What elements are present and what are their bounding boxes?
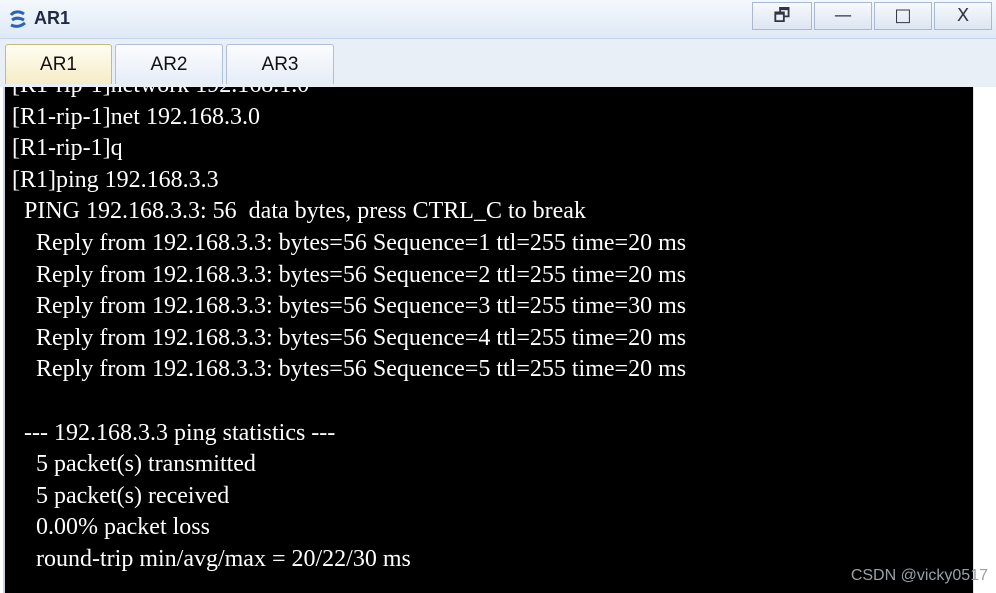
router-app-icon (9, 10, 26, 28)
restore-button[interactable]: 🗗 (752, 2, 812, 30)
terminal-line: 5 packet(s) transmitted (12, 451, 256, 478)
minimize-button[interactable]: — (814, 2, 872, 30)
title-bar[interactable]: AR1 🗗 — □ X (0, 0, 996, 39)
terminal-line: [R1-rip-1]network 192.168.1.0 (12, 87, 686, 102)
restore-icon: 🗗 (773, 5, 791, 26)
terminal-line: Reply from 192.168.3.3: bytes=56 Sequenc… (12, 293, 687, 320)
window-title: AR1 (34, 8, 71, 28)
terminal-line: Reply from 192.168.3.3: bytes=56 Sequenc… (12, 356, 687, 383)
terminal-line: PING 192.168.3.3: 56 data bytes, press C… (12, 198, 586, 225)
terminal-console[interactable]: [R1-rip-1]network 192.168.1.0[R1-rip-1]n… (3, 87, 973, 593)
terminal-line: [R1]ping 192.168.3.3 (12, 166, 219, 193)
tab-ar2[interactable]: AR2 (115, 44, 223, 84)
terminal-output: [R1-rip-1]network 192.168.1.0[R1-rip-1]n… (12, 87, 686, 576)
terminal-line: 5 packet(s) received (12, 482, 230, 509)
close-button[interactable]: X (934, 2, 992, 30)
terminal-scrollbar[interactable] (973, 87, 996, 593)
router-console-window: AR1 🗗 — □ X AR1 AR2 AR3 [R1-rip-1]networ… (0, 0, 996, 593)
maximize-icon: □ (894, 5, 912, 26)
terminal-line: Reply from 192.168.3.3: bytes=56 Sequenc… (12, 229, 687, 256)
device-tab-bar: AR1 AR2 AR3 (0, 39, 996, 87)
maximize-button[interactable]: □ (874, 2, 932, 30)
close-icon: X (956, 5, 970, 26)
terminal-line: round-trip min/avg/max = 20/22/30 ms (12, 545, 411, 572)
terminal-line: --- 192.168.3.3 ping statistics --- (12, 419, 336, 446)
watermark: CSDN @vicky0517 (850, 567, 988, 584)
terminal-line: 0.00% packet loss (12, 514, 210, 541)
terminal-line: Reply from 192.168.3.3: bytes=56 Sequenc… (12, 261, 687, 288)
terminal-line: [R1-rip-1]q (12, 135, 123, 162)
minimize-icon: — (834, 5, 852, 26)
tab-ar1[interactable]: AR1 (5, 44, 112, 84)
terminal-frame: [R1-rip-1]network 192.168.1.0[R1-rip-1]n… (0, 87, 996, 593)
window-controls: 🗗 — □ X (750, 2, 992, 32)
terminal-line: [R1-rip-1]net 192.168.3.0 (12, 103, 260, 130)
terminal-line: Reply from 192.168.3.3: bytes=56 Sequenc… (12, 324, 687, 351)
tab-ar3[interactable]: AR3 (226, 44, 334, 84)
